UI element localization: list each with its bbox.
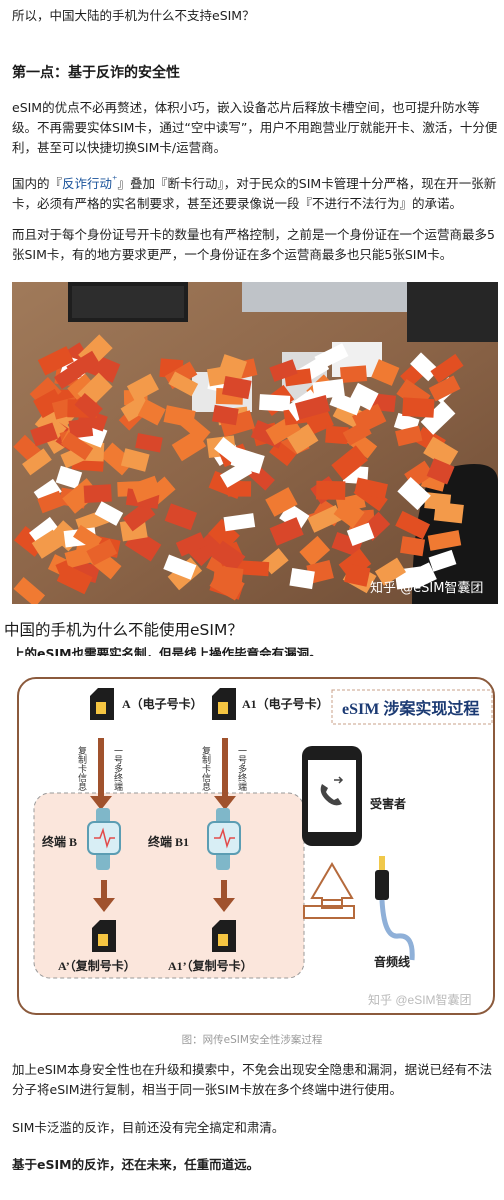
paragraph-sim-fraud: SIM卡泛滥的反诈，目前还没有完全搞定和肃清。 — [12, 1120, 285, 1135]
arrow-label-mid: 一号多终端 — [113, 746, 123, 792]
audio-cable-label: 音频线 — [374, 954, 410, 969]
anti-fraud-link[interactable]: 反诈行动⁺ — [62, 174, 118, 191]
paragraph-anti-fraud: 国内的『反诈行动⁺』叠加『断卡行动』，对于民众的SIM卡管理十分严格，现在开一张… — [12, 170, 498, 214]
victim-label: 受害者 — [370, 796, 406, 811]
card-a-label: A（电子号卡） — [122, 696, 203, 711]
embedded-cut-line: 上的eSIM也需要实名制，但是线上操作毕竟会有漏洞。 — [12, 646, 322, 656]
sim-card-pack — [316, 480, 346, 500]
sim-card-pack — [400, 536, 426, 557]
sim-card-pack — [83, 484, 112, 503]
paragraph-esim-advantages: eSIM的优点不必再赘述，体积小巧，嵌入设备芯片后释放卡槽空间，也可提升防水等级… — [12, 100, 498, 155]
phone-icon — [302, 746, 362, 846]
section-title: 第一点：基于反诈的安全性 — [12, 65, 180, 81]
sim-card-icon — [92, 920, 116, 952]
terminal-b1-label: 终端 B1 — [148, 834, 189, 849]
sim-card-pack — [289, 568, 315, 590]
arrow-label-right-1: 复制卡信息 — [201, 745, 211, 791]
sim-card-pack — [259, 394, 291, 412]
terminal-b-label: 终端 B — [42, 834, 77, 849]
svg-text:知乎 @eSIM智囊团: 知乎 @eSIM智囊团 — [370, 580, 483, 596]
sim-card-pack — [402, 397, 435, 418]
arrow-label-left: 复制卡信息 — [77, 745, 87, 791]
sim-card-icon — [212, 920, 236, 952]
esim-fraud-diagram: eSIM 涉案实现过程 A（电子号卡） A1（电子号卡） 复制卡信息 一号多终端… — [12, 668, 498, 1020]
text-segment: 国内的『 — [12, 176, 63, 192]
paragraph-sim-limit: 而且对于每个身份证号开卡的数量也有严格控制，之前是一个身份证在一个运营商最多5张… — [12, 227, 495, 262]
sim-card-icon — [90, 688, 114, 720]
diagram-title: eSIM 涉案实现过程 — [342, 699, 479, 718]
diagram-watermark: 知乎 @eSIM智囊团 — [368, 992, 472, 1007]
card-a1-label: A1（电子号卡） — [242, 696, 329, 711]
sim-card-icon — [212, 688, 236, 720]
paragraph-esim-security: 加上eSIM本身安全性也在升级和摸索中，不免会出现安全隐患和漏洞，据说已经有不法… — [12, 1062, 493, 1097]
intro-text: 所以，中国大陆的手机为什么不支持eSIM？ — [12, 8, 255, 23]
figure-caption: 图：网传eSIM安全性涉案过程 — [181, 1034, 323, 1046]
copy-a-label: A’（复制号卡） — [58, 958, 136, 973]
paragraph-conclusion: 基于eSIM的反诈，还在未来，任重而道远。 — [12, 1157, 260, 1172]
sim-cards-photo: 知乎 @eSIM智囊团 — [12, 282, 498, 604]
arrow-label-right-2: 一号多终端 — [237, 746, 247, 792]
embedded-title: 中国的手机为什么不能使用eSIM？ — [4, 621, 243, 639]
copy-a1-label: A1’（复制号卡） — [168, 958, 253, 973]
sim-card-pack — [339, 365, 368, 383]
sim-card-pack — [433, 501, 464, 524]
